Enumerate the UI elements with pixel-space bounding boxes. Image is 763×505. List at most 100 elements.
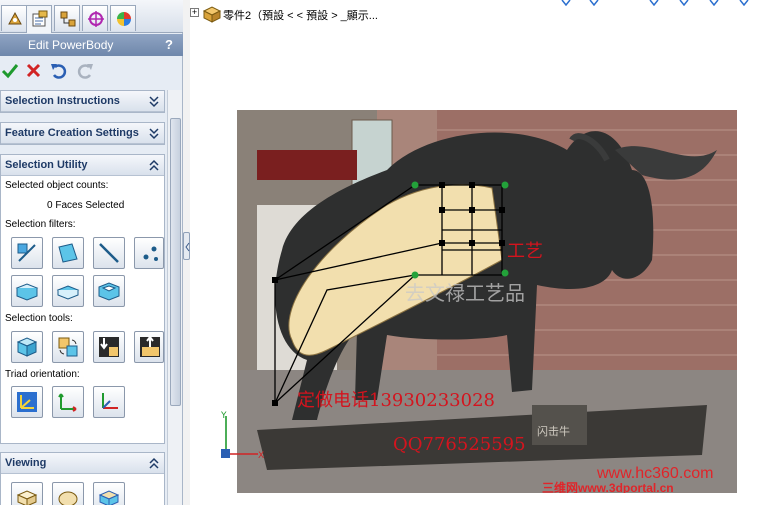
group-header[interactable]: Selection Instructions	[1, 91, 164, 112]
view-cage-button[interactable]	[93, 482, 125, 505]
group-title: Viewing	[5, 457, 47, 469]
shell-icon	[98, 282, 120, 301]
group-header[interactable]: Selection Utility	[1, 155, 164, 176]
loop-select-icon	[58, 337, 78, 357]
tab-configuration-manager[interactable]	[54, 5, 80, 31]
tab-property-manager[interactable]	[26, 5, 52, 33]
smooth-shape-icon	[58, 491, 78, 505]
filter-face-icon	[58, 243, 78, 263]
double-chevron-down-icon[interactable]	[148, 94, 160, 108]
select-body-button[interactable]	[11, 331, 43, 363]
ok-cancel-row	[0, 57, 183, 87]
panel-splitter[interactable]	[183, 0, 190, 505]
group-title: Feature Creation Settings	[5, 127, 139, 139]
tab-feature-manager[interactable]	[1, 5, 27, 31]
property-manager-icon	[32, 10, 48, 27]
triad-x-label: X	[258, 451, 264, 460]
tray-icon	[56, 285, 80, 300]
open-box-icon	[15, 283, 39, 301]
part-name: 零件2（預設 < < 預設 > _顯示...	[223, 10, 378, 22]
bull-photo-with-powerbody: 闪击牛 工艺 去文禄工艺品 定做电话13930233028 QQ77652559…	[237, 110, 737, 493]
cage-icon	[98, 490, 120, 505]
x-icon	[26, 63, 41, 78]
box-shaded-icon	[16, 490, 38, 505]
watermark-company: 去文禄工艺品	[405, 281, 525, 305]
select-grow-button[interactable]	[93, 331, 125, 363]
filter-faces-button[interactable]	[52, 237, 84, 269]
filter-vertices-button[interactable]	[11, 237, 43, 269]
cube-icon	[16, 337, 38, 357]
panel-scrollbar[interactable]	[167, 90, 182, 505]
triad-y-label: Y	[220, 411, 227, 421]
filter-edge-select-icon	[17, 243, 36, 262]
configuration-manager-icon	[60, 11, 76, 27]
watermark-craft: 工艺	[507, 241, 543, 262]
filter-point-icon	[143, 246, 158, 261]
double-chevron-up-icon[interactable]	[148, 456, 160, 470]
view-box-button[interactable]	[11, 482, 43, 505]
page-title: Edit PowerBody	[28, 38, 114, 52]
grid-arrow-up-icon	[140, 335, 160, 357]
group-header[interactable]: Viewing	[1, 453, 164, 474]
manager-tabs	[0, 0, 183, 33]
group-title: Selection Instructions	[5, 95, 120, 107]
select-loop-button[interactable]	[52, 331, 84, 363]
scrollbar-thumb[interactable]	[170, 118, 181, 406]
base-plaque-text: 闪击牛	[537, 424, 570, 438]
splitter-grip[interactable]	[183, 232, 190, 260]
undo-icon	[51, 64, 67, 79]
selected-counts-label: Selected object counts:	[5, 180, 109, 191]
group-selection-utility: Selection Utility Selected object counts…	[0, 154, 165, 444]
cancel-button[interactable]	[24, 61, 46, 83]
triad-orientation-label: Triad orientation:	[5, 369, 80, 380]
triad-world-button[interactable]	[11, 386, 43, 418]
property-manager-content: Selection Instructions Feature Creation …	[0, 90, 183, 505]
view-smooth-button[interactable]	[52, 482, 84, 505]
property-manager-title-bar: Edit PowerBody ?	[0, 34, 183, 56]
watermark-site-3dportal: 三维网www.3dportal.cn	[542, 480, 674, 493]
watermark-qq: QQ776525595	[393, 434, 526, 455]
tab-dimxpert-manager[interactable]	[82, 5, 108, 31]
filter-points-button[interactable]	[134, 237, 164, 269]
filter-shell-button[interactable]	[93, 275, 125, 307]
expand-toggle[interactable]: +	[190, 8, 199, 17]
triad-local-icon	[58, 393, 77, 412]
graphics-area[interactable]: + 零件2（預設 < < 預設 > _顯示... 闪击牛 工艺 去文禄工艺品 定…	[190, 0, 763, 505]
filter-tray-button[interactable]	[52, 275, 84, 307]
triad-local-button[interactable]	[52, 386, 84, 418]
help-button[interactable]: ?	[165, 37, 173, 52]
selection-filters-label: Selection filters:	[5, 219, 76, 230]
dimxpert-icon	[88, 11, 104, 27]
red-banner	[257, 150, 357, 180]
check-icon	[1, 64, 19, 79]
part-icon	[202, 6, 222, 23]
group-viewing: Viewing	[0, 452, 165, 505]
group-header[interactable]: Feature Creation Settings	[1, 123, 164, 144]
triad-axes-icon	[102, 393, 118, 409]
undo-button[interactable]	[49, 61, 71, 83]
redo-icon	[77, 64, 93, 79]
watermark-site-hc360: www.hc360.com	[596, 465, 714, 482]
tab-display-manager[interactable]	[110, 5, 136, 31]
double-chevron-down-icon[interactable]	[148, 126, 160, 140]
double-chevron-up-icon[interactable]	[148, 158, 160, 172]
ok-button[interactable]	[0, 61, 22, 83]
triad-world-icon	[17, 392, 37, 412]
solidworks-window: Edit PowerBody ? Selection Instructions	[0, 0, 763, 505]
filter-edges-button[interactable]	[93, 237, 125, 269]
group-title: Selection Utility	[5, 159, 88, 171]
reference-triad-icon: Y X	[220, 411, 264, 460]
feature-manager-icon	[8, 11, 22, 25]
group-feature-creation-settings: Feature Creation Settings	[0, 122, 165, 145]
watermark-phone: 定做电话13930233028	[297, 390, 495, 411]
group-selection-instructions: Selection Instructions	[0, 90, 165, 113]
select-shrink-button[interactable]	[134, 331, 164, 363]
property-manager-panel: Edit PowerBody ? Selection Instructions	[0, 0, 183, 505]
display-manager-icon	[117, 12, 131, 26]
selected-counts-value: 0 Faces Selected	[47, 200, 125, 211]
redo-button[interactable]	[75, 61, 97, 83]
grid-arrow-icon	[99, 337, 119, 357]
triad-normal-button[interactable]	[93, 386, 125, 418]
selection-tools-label: Selection tools:	[5, 313, 73, 324]
filter-open-box-button[interactable]	[11, 275, 43, 307]
